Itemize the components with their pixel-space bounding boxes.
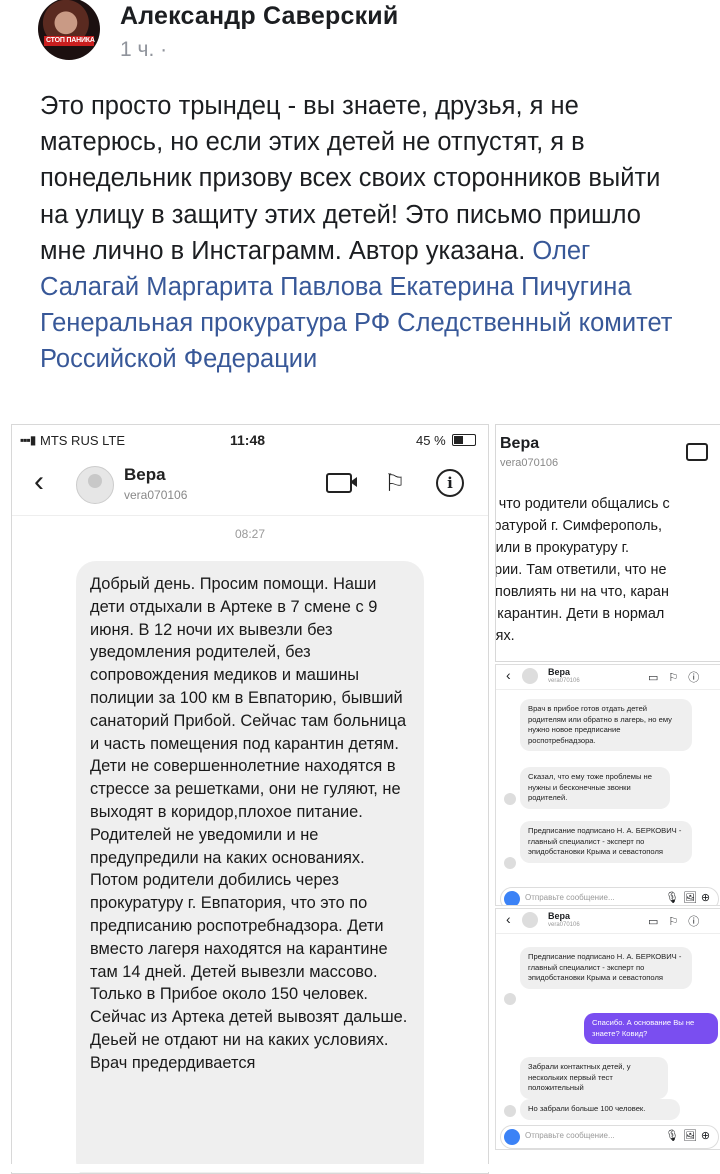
- fragment-line: атории. Там ответили, что не: [495, 562, 667, 578]
- fragment-line: сть карантин. Дети в нормал: [496, 606, 665, 622]
- contact-username: vera070106: [548, 922, 580, 928]
- message-bubble: Предписание подписано Н. А. БЕРКОВИЧ - г…: [520, 821, 692, 863]
- contact-username: vera070106: [500, 457, 559, 469]
- signal-icon: ▪▪▪▮: [20, 433, 36, 447]
- contact-avatar[interactable]: [76, 466, 114, 504]
- input-placeholder: Отправьте сообщение...: [525, 1131, 615, 1140]
- post-text: Это просто трындец - вы знаете, друзья, …: [40, 88, 680, 378]
- post-header: СТОП ПАНИКА Александр Саверский 1 ч. ·: [0, 0, 720, 80]
- message-bubble: Сказал, что ему тоже проблемы не нужны и…: [520, 767, 670, 809]
- contact-avatar: [522, 912, 538, 928]
- back-icon: ‹: [506, 911, 511, 927]
- battery-percent: 45 %: [416, 433, 446, 448]
- message-bubble: Забрали контактных детей, у нескольких п…: [520, 1057, 668, 1099]
- message-bubble: Но забрали больше 100 человек.: [520, 1099, 680, 1120]
- author-avatar[interactable]: СТОП ПАНИКА: [38, 0, 100, 60]
- input-placeholder: Отправьте сообщение...: [525, 893, 615, 902]
- screenshot-top-right: Вера vera070106 аю, что родители общалис…: [495, 424, 720, 662]
- bottom-edge: [0, 1164, 720, 1172]
- fragment-line: равили в прокуратуру г.: [495, 540, 630, 556]
- contact-name: Вера: [500, 435, 540, 452]
- header-icons: ▭⚐ⓘ: [648, 672, 710, 684]
- message-bubble: Добрый день. Просим помощи. Наши дети от…: [76, 561, 424, 1173]
- input-icons[interactable]: 🎙🖼⊕: [665, 1129, 714, 1142]
- clock: 11:48: [230, 432, 266, 448]
- chat-header: ‹ Вера vera070106 ⚐ i: [12, 455, 488, 516]
- message-fragment: аю, что родители общались с окуратурой г…: [495, 493, 720, 647]
- post-time[interactable]: 1 ч. ·: [120, 38, 167, 62]
- message-input[interactable]: Отправьте сообщение... 🎙🖼⊕: [500, 887, 719, 905]
- screenshot-mini-2: ‹ Вера vera070106 ▭⚐ⓘ Предписание подпис…: [495, 908, 720, 1150]
- info-icon[interactable]: i: [436, 469, 464, 497]
- message-time: 08:27: [234, 527, 266, 541]
- message-input[interactable]: Отправьте сообщение... 🎙🖼⊕: [500, 1125, 719, 1149]
- header-icons: ▭⚐ⓘ: [648, 916, 710, 928]
- screenshot-main: ▪▪▪▮ MTS RUS LTE 11:48 45 % ‹ Вера vera0…: [11, 424, 489, 1174]
- fragment-line: окуратурой г. Симферополь,: [495, 518, 663, 534]
- contact-name: Вера: [548, 667, 571, 677]
- flag-icon[interactable]: ⚐: [384, 469, 406, 498]
- mini-header: ‹ Вера vera070106 ▭⚐ⓘ: [496, 665, 720, 690]
- video-call-icon: [686, 443, 708, 461]
- camera-icon[interactable]: [504, 1129, 520, 1145]
- contact-name[interactable]: Вера: [124, 465, 166, 485]
- back-icon[interactable]: ‹: [34, 467, 44, 497]
- fragment-line: аю, что родители общались с: [496, 496, 670, 512]
- contact-avatar: [504, 857, 516, 869]
- contact-username: vera070106: [124, 488, 188, 502]
- message-bubble: Предписание подписано Н. А. БЕРКОВИЧ - г…: [520, 947, 692, 989]
- battery-icon: [452, 434, 476, 446]
- back-icon: ‹: [506, 667, 511, 683]
- status-bar: ▪▪▪▮ MTS RUS LTE 11:48 45 %: [12, 425, 488, 455]
- message-bubble: Врач в прибое готов отдать детей родител…: [520, 699, 692, 752]
- input-icons[interactable]: 🎙🖼⊕: [665, 891, 714, 904]
- fragment-line: овиях.: [495, 628, 515, 644]
- screenshot-mini-1: ‹ Вера vera070106 ▭⚐ⓘ Врач в прибое гото…: [495, 664, 720, 906]
- contact-username: vera070106: [548, 678, 580, 684]
- author-name[interactable]: Александр Саверский: [120, 2, 398, 31]
- carrier: MTS RUS LTE: [40, 433, 125, 448]
- outgoing-bubble: Спасибо. А основание Вы не знаете? Ковид…: [584, 1013, 718, 1045]
- fragment-line: гут повлиять ни на что, каран: [495, 584, 669, 600]
- contact-avatar: [522, 668, 538, 684]
- mini-header: ‹ Вера vera070106 ▭⚐ⓘ: [496, 909, 720, 934]
- contact-avatar: [504, 993, 516, 1005]
- avatar-caption: СТОП ПАНИКА: [46, 37, 95, 44]
- contact-avatar: [504, 793, 516, 805]
- camera-icon[interactable]: [504, 891, 520, 905]
- contact-avatar: [504, 1105, 516, 1117]
- contact-name: Вера: [548, 911, 571, 921]
- video-call-icon[interactable]: [326, 473, 357, 493]
